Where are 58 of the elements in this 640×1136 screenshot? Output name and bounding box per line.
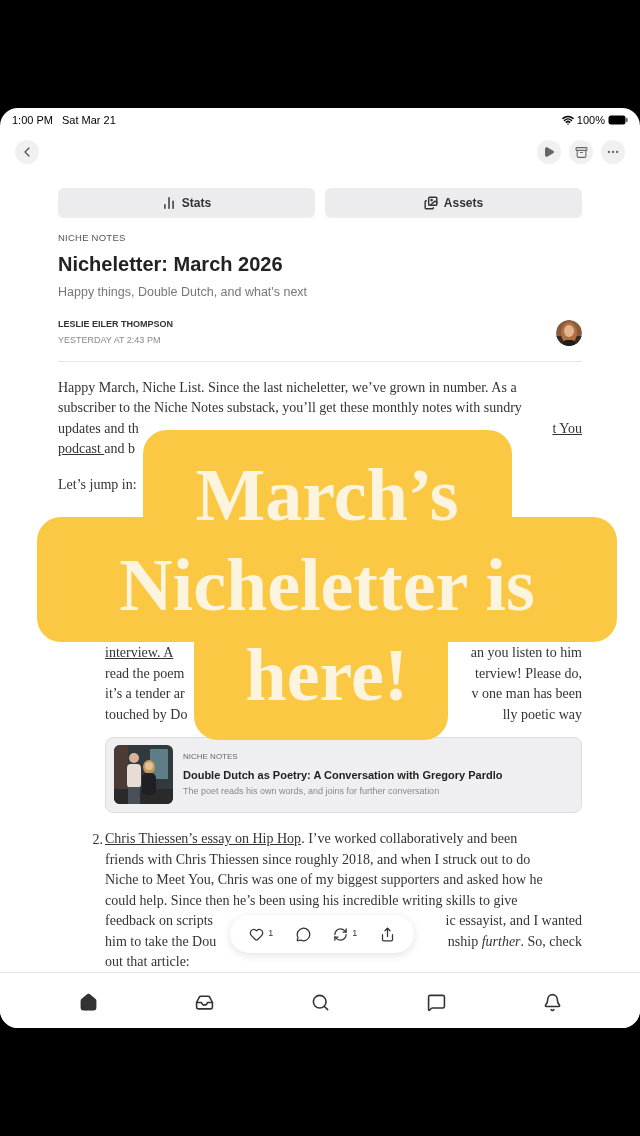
wifi-icon [561,114,574,126]
images-icon [423,196,438,210]
body-text: Niche to Meet You, Chris was one of my biggest supporters and asked how he [105,871,543,890]
share-icon [379,926,395,942]
banner-headline: here! [245,638,409,712]
post-title: Nicheletter: March 2026 [58,252,284,278]
play-icon [543,146,555,158]
body-text: subscriber to the Niche Notes substack, you’ll get these monthly notes with sundry [58,399,522,418]
body-text: and b [104,440,135,459]
battery-percent: 100% [576,112,605,128]
body-text: touched by Do [105,705,188,724]
embed-subtitle: The poet reads his own words, and joins for further conversation [183,785,441,798]
battery-icon [608,115,628,125]
share-button[interactable] [379,926,395,942]
bar-chart-icon [161,196,176,210]
body-text: Let’s jump in: [58,475,137,494]
restack-button[interactable]: 1 [333,926,358,942]
body-text: an you listen to him [470,644,582,663]
body-text: feedback on scripts [105,912,214,931]
assets-button[interactable]: Assets [325,188,582,218]
body-text: him to take the Dou [105,932,217,951]
restack-icon [333,926,349,942]
heart-icon [249,926,265,942]
link[interactable]: podcast [58,438,105,460]
body-text: updates and th [58,419,139,438]
stats-button[interactable]: Stats [58,188,315,218]
body-text: . I’ve worked collaboratively and been [301,830,518,849]
body-text: lly poetic way [502,705,582,724]
body-text: nship further. So, check [447,932,582,951]
embed-card[interactable]: NICHE NOTES Double Dutch as Poetry: A Conversation with Gregory Pardlo The poet reads his own words, and joins for further conversation [105,736,582,813]
link[interactable]: interview. A [105,642,174,664]
body-text: ic essayist, and I wanted [445,912,582,931]
banner-headline: March’s [195,458,459,532]
comment-button[interactable] [295,926,311,942]
author-name: LESLIE EILER THOMPSON [58,318,173,331]
play-button[interactable] [537,140,561,164]
publication-name: NICHE NOTES [58,231,127,245]
post-subtitle: Happy things, Double Dutch, and what's next [58,284,309,302]
body-text: Happy March, Niche List. Since the last nicheletter, we’ve grown in number. As a [58,378,517,397]
embed-title: Double Dutch as Poetry: A Conversation with Gregory Pardlo [183,767,503,783]
body-text: v one man has been [471,685,582,704]
body-text: out that article: [105,953,190,972]
body-text: it’s a tender ar [105,685,185,704]
link[interactable]: t You [552,417,582,439]
like-button[interactable]: 1 [249,926,274,942]
post-time: YESTERDAY AT 2:43 PM [58,333,162,347]
comment-icon [295,926,311,942]
embed-publication: NICHE NOTES [183,750,239,763]
archive-icon [574,145,588,159]
body-text: friends with Chris Thiessen since roughly 2018, and when I struck out to do [105,850,531,869]
body-text: could help. Since then he’s been using his incredible writing skills to give [105,891,518,910]
list-number: 2. [91,830,104,849]
status-date: Sat Mar 21 [61,112,116,128]
archive-button[interactable] [569,140,593,164]
body-text: read the poem [105,664,185,683]
status-time: 1:00 PM [12,112,53,128]
banner-headline: Nicheletter is [119,548,535,622]
body-text: terview! Please do, [475,664,582,683]
